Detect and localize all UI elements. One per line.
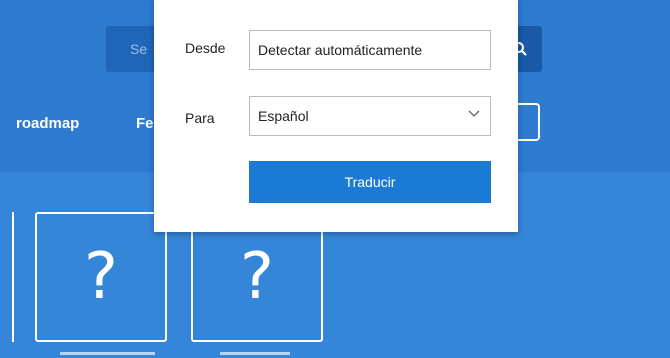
from-label: Desde (185, 40, 226, 56)
to-label: Para (185, 110, 215, 126)
nav-item-partial[interactable]: Fe (136, 115, 154, 132)
tile-caption-bar (60, 352, 155, 355)
chevron-down-icon (468, 110, 480, 117)
from-language-field[interactable]: Detectar automáticamente (249, 30, 491, 70)
translate-popup: Desde Detectar automáticamente Para Espa… (154, 0, 518, 232)
to-language-select[interactable]: Español (249, 96, 491, 136)
nav-item-roadmap[interactable]: roadmap (16, 115, 79, 132)
tile-item[interactable]: ? (35, 212, 167, 342)
tile-caption-bar (220, 352, 290, 355)
tile-partial[interactable] (0, 212, 14, 342)
to-language-value: Español (258, 108, 309, 124)
translate-button[interactable]: Traducir (249, 161, 491, 203)
